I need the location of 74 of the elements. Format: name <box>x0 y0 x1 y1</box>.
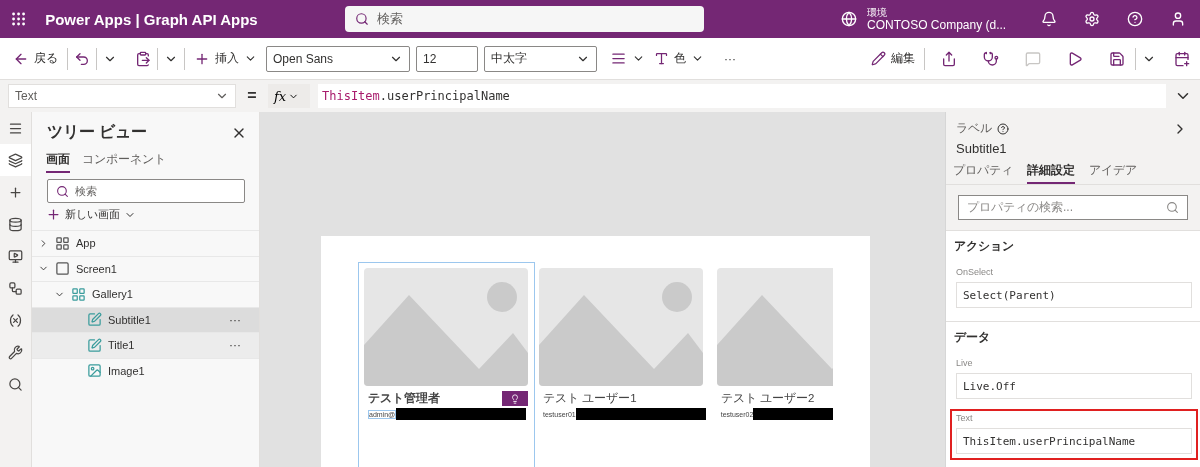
more-button[interactable]: ··· <box>721 44 739 73</box>
paste-icon[interactable] <box>135 50 151 67</box>
tab[interactable]: アイデア <box>1089 160 1137 184</box>
layers-icon[interactable] <box>0 144 31 176</box>
settings-icon[interactable] <box>1084 11 1100 27</box>
environment-label: 環境 <box>867 6 889 19</box>
lightbulb-icon <box>510 393 520 404</box>
tab[interactable]: 詳細設定 <box>1027 160 1075 184</box>
ideas-button[interactable] <box>502 391 528 406</box>
search-icon <box>355 12 370 26</box>
share-icon[interactable] <box>941 50 957 67</box>
section-title: アクション <box>954 238 1015 255</box>
stethoscope-icon[interactable] <box>983 50 999 67</box>
tree-item[interactable]: Screen1 <box>76 262 241 275</box>
more-button[interactable]: ··· <box>229 339 241 352</box>
play-icon[interactable] <box>1067 50 1083 67</box>
equals-sign: = <box>246 87 258 105</box>
app-title: Power Apps | Graph API Apps <box>45 10 259 28</box>
color-button[interactable]: 色 <box>651 44 707 73</box>
plus-icon <box>46 207 61 222</box>
label-icon <box>87 312 102 328</box>
property-field[interactable]: Select(Parent) <box>956 282 1192 308</box>
text-color-icon <box>654 51 669 66</box>
bell-icon[interactable] <box>1041 11 1057 27</box>
tab[interactable]: プロパティ <box>953 160 1013 184</box>
fx-button[interactable]: fx <box>268 84 310 108</box>
property-name: OnSelect <box>956 267 995 277</box>
property-name: Text <box>956 413 974 423</box>
pencil-icon <box>871 51 886 66</box>
more-button[interactable]: ··· <box>229 313 241 326</box>
tree-item[interactable]: Gallery1 <box>92 288 241 301</box>
user-icon[interactable] <box>1170 11 1186 27</box>
tree-item[interactable]: Title1 <box>108 339 223 352</box>
gallery-icon <box>71 286 86 302</box>
align-icon[interactable] <box>611 51 626 66</box>
tree-item[interactable]: App <box>76 237 241 250</box>
save-icon[interactable] <box>1109 50 1125 67</box>
search-field[interactable]: 検索 <box>47 179 245 203</box>
search-icon <box>1166 201 1179 214</box>
property-name: Live <box>956 358 974 368</box>
label-icon <box>87 337 102 353</box>
insert-button[interactable]: 挿入 <box>191 44 260 73</box>
control-type: ラベル <box>956 120 992 137</box>
app-launcher-icon[interactable] <box>10 10 28 28</box>
panel-title: ツリー ビュー <box>47 122 148 142</box>
search-field[interactable]: プロパティの検索... <box>958 195 1188 220</box>
card-title: テスト ユーザー1 <box>543 391 637 406</box>
property-dropdown[interactable]: Text <box>8 84 236 108</box>
font-weight-dropdown[interactable]: 中太字 <box>484 45 597 72</box>
tab[interactable]: コンポーネント <box>82 149 166 173</box>
tree-item[interactable]: Subtitle1 <box>108 313 223 326</box>
property-field[interactable]: ThisItem.userPrincipalName <box>956 428 1192 454</box>
property-field[interactable]: Live.Off <box>956 373 1192 399</box>
control-name: Subtitle1 <box>956 141 1008 156</box>
search-icon <box>56 184 69 198</box>
card-title: テスト管理者 <box>368 391 440 406</box>
help-icon[interactable] <box>997 122 1009 135</box>
edit-button[interactable]: 編集 <box>868 44 918 73</box>
font-size-field[interactable]: 12 <box>416 45 478 72</box>
new-screen-button[interactable]: 新しい画面 <box>32 203 259 226</box>
section-title: データ <box>954 329 991 346</box>
globe-icon <box>841 11 858 27</box>
image-icon <box>87 363 102 379</box>
environment-name[interactable]: CONTOSO Company (d... <box>867 19 1007 32</box>
font-dropdown[interactable]: Open Sans <box>266 45 410 72</box>
back-button[interactable]: 戻る <box>10 44 61 73</box>
tab[interactable]: 画面 <box>46 149 70 173</box>
card-title: テスト ユーザー2 <box>720 391 815 406</box>
app-icon <box>55 235 70 251</box>
formula-field[interactable]: ThisItem.userPrincipalName <box>318 84 1166 108</box>
search-field[interactable]: 検索 <box>345 6 705 32</box>
screen-icon <box>55 261 70 277</box>
undo-icon[interactable] <box>74 50 90 67</box>
tree-item[interactable]: Image1 <box>108 364 241 377</box>
